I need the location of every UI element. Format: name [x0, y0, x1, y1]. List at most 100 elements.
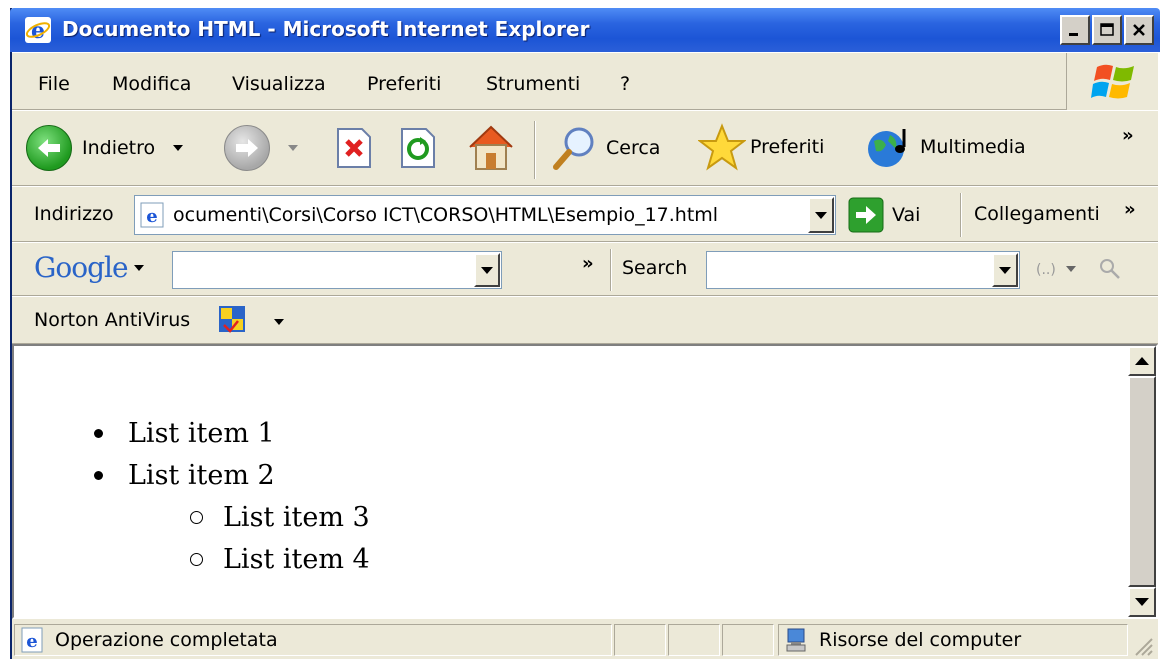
- chevron-down-icon: [481, 266, 493, 274]
- status-pane-1: [614, 624, 666, 656]
- search-options-icon: (..): [1036, 262, 1056, 278]
- stop-button[interactable]: [334, 127, 374, 169]
- list-item-text: List item 2: [128, 460, 275, 491]
- svg-text:(..): (..): [1036, 262, 1056, 278]
- home-icon: [469, 125, 513, 170]
- forward-dropdown-icon[interactable]: [288, 145, 298, 151]
- list-item-text: List item 4: [223, 544, 370, 575]
- address-separator: [960, 193, 962, 237]
- home-button[interactable]: [464, 123, 518, 173]
- menu-strumenti[interactable]: Strumenti: [486, 73, 580, 95]
- secondary-search-dropdown[interactable]: [992, 253, 1018, 287]
- google-separator: [610, 249, 612, 291]
- arrow-up-icon: [1135, 357, 1149, 365]
- google-search-input[interactable]: [172, 251, 502, 289]
- favorites-label: Preferiti: [750, 136, 825, 158]
- page-status-icon: e: [21, 627, 43, 653]
- status-pane-zone: Risorse del computer: [778, 624, 1128, 656]
- window-title: Documento HTML - Microsoft Internet Expl…: [62, 17, 590, 41]
- windows-logo: [1066, 53, 1158, 110]
- norton-icon[interactable]: [218, 305, 248, 335]
- list-item: List item 1: [94, 418, 275, 449]
- page-content: List item 1 List item 2 List item 3 List…: [12, 344, 1158, 619]
- address-input[interactable]: e ocumenti\Corsi\Corso ICT\CORSO\HTML\Es…: [134, 195, 836, 235]
- norton-dropdown-icon[interactable]: [274, 319, 284, 325]
- refresh-button[interactable]: [398, 127, 438, 169]
- go-button[interactable]: Vai: [848, 197, 920, 233]
- address-bar: Indirizzo e ocumenti\Corsi\Corso ICT\COR…: [12, 186, 1158, 242]
- favorites-star-icon: [698, 123, 746, 171]
- list-item: List item 2: [94, 460, 275, 491]
- scroll-up-button[interactable]: [1128, 346, 1156, 376]
- svg-text:e: e: [31, 18, 45, 44]
- menu-bar: File Modifica Visualizza Preferiti Strum…: [12, 52, 1158, 110]
- go-arrow-icon: [848, 197, 884, 233]
- list-item: List item 4: [190, 544, 370, 575]
- norton-toolbar: Norton AntiVirus: [12, 296, 1158, 344]
- maximize-button[interactable]: [1092, 15, 1122, 45]
- links-chevron[interactable]: »: [1124, 199, 1136, 220]
- ie-logo-icon: e: [25, 17, 51, 44]
- secondary-search-input[interactable]: [706, 251, 1020, 289]
- norton-label: Norton AntiVirus: [34, 309, 191, 331]
- search-button[interactable]: Cerca: [552, 125, 660, 171]
- address-dropdown-button[interactable]: [808, 197, 834, 233]
- forward-arrow-icon: [224, 125, 270, 171]
- list-item-text: List item 1: [128, 418, 275, 449]
- search-options-dropdown-icon: [1066, 266, 1076, 272]
- back-arrow-icon: [26, 125, 72, 171]
- status-pane-2: [668, 624, 720, 656]
- google-logo: Google: [34, 251, 129, 284]
- go-label: Vai: [892, 204, 921, 226]
- menu-preferiti[interactable]: Preferiti: [367, 73, 441, 95]
- menu-visualizza[interactable]: Visualizza: [232, 73, 326, 95]
- svg-text:e: e: [26, 631, 37, 652]
- document-body: List item 1 List item 2 List item 3 List…: [14, 346, 1128, 617]
- disc-bullet-icon: [94, 429, 103, 438]
- circle-bullet-icon: [190, 553, 203, 566]
- title-bar[interactable]: e Documento HTML - Microsoft Internet Ex…: [10, 8, 1160, 52]
- menu-file[interactable]: File: [38, 73, 70, 95]
- media-button[interactable]: Multimedia: [864, 125, 1026, 169]
- media-label: Multimedia: [920, 136, 1026, 158]
- circle-bullet-icon: [190, 511, 203, 524]
- favorites-button[interactable]: Preferiti: [698, 123, 824, 171]
- menu-help[interactable]: ?: [620, 73, 630, 95]
- back-button[interactable]: Indietro: [26, 125, 184, 171]
- status-bar: e Operazione completata Risorse del comp…: [12, 619, 1158, 659]
- close-icon: [1133, 24, 1145, 36]
- google-dropdown-icon: [133, 264, 144, 271]
- computer-icon: [786, 628, 806, 652]
- status-pane-3: [722, 624, 774, 656]
- chevron-down-icon: [999, 266, 1011, 274]
- address-label: Indirizzo: [34, 203, 114, 225]
- window-controls: [1058, 15, 1154, 45]
- close-button[interactable]: [1124, 15, 1154, 45]
- arrow-down-icon: [1135, 598, 1149, 606]
- search-options-button[interactable]: (..): [1036, 259, 1076, 279]
- google-search-dropdown[interactable]: [474, 253, 500, 287]
- address-value: ocumenti\Corsi\Corso ICT\CORSO\HTML\Esem…: [173, 204, 719, 226]
- minimize-button[interactable]: [1060, 15, 1090, 45]
- page-ie-icon: e: [140, 202, 164, 228]
- vertical-scrollbar[interactable]: [1128, 346, 1156, 617]
- zone-text: Risorse del computer: [819, 629, 1022, 651]
- magnifier-icon[interactable]: [1098, 257, 1122, 281]
- standard-toolbar: Indietro Cerca Preferiti Multimedia »: [12, 110, 1158, 186]
- back-label: Indietro: [82, 137, 156, 159]
- back-dropdown-icon[interactable]: [173, 145, 184, 151]
- scroll-down-button[interactable]: [1128, 587, 1156, 617]
- browser-window: e Documento HTML - Microsoft Internet Ex…: [10, 8, 1160, 659]
- scroll-thumb[interactable]: [1128, 376, 1156, 587]
- links-label[interactable]: Collegamenti: [974, 203, 1100, 225]
- google-logo-button[interactable]: Google: [34, 251, 144, 284]
- windows-flag-icon: [1091, 64, 1134, 99]
- resize-grip-icon[interactable]: [1132, 635, 1154, 657]
- refresh-icon: [401, 128, 435, 168]
- menu-modifica[interactable]: Modifica: [112, 73, 191, 95]
- toolbar-more-chevron[interactable]: »: [1122, 125, 1134, 146]
- search-label: Cerca: [606, 137, 661, 159]
- google-more-chevron[interactable]: »: [582, 253, 594, 274]
- media-globe-icon: [868, 129, 906, 167]
- forward-button[interactable]: [224, 125, 298, 171]
